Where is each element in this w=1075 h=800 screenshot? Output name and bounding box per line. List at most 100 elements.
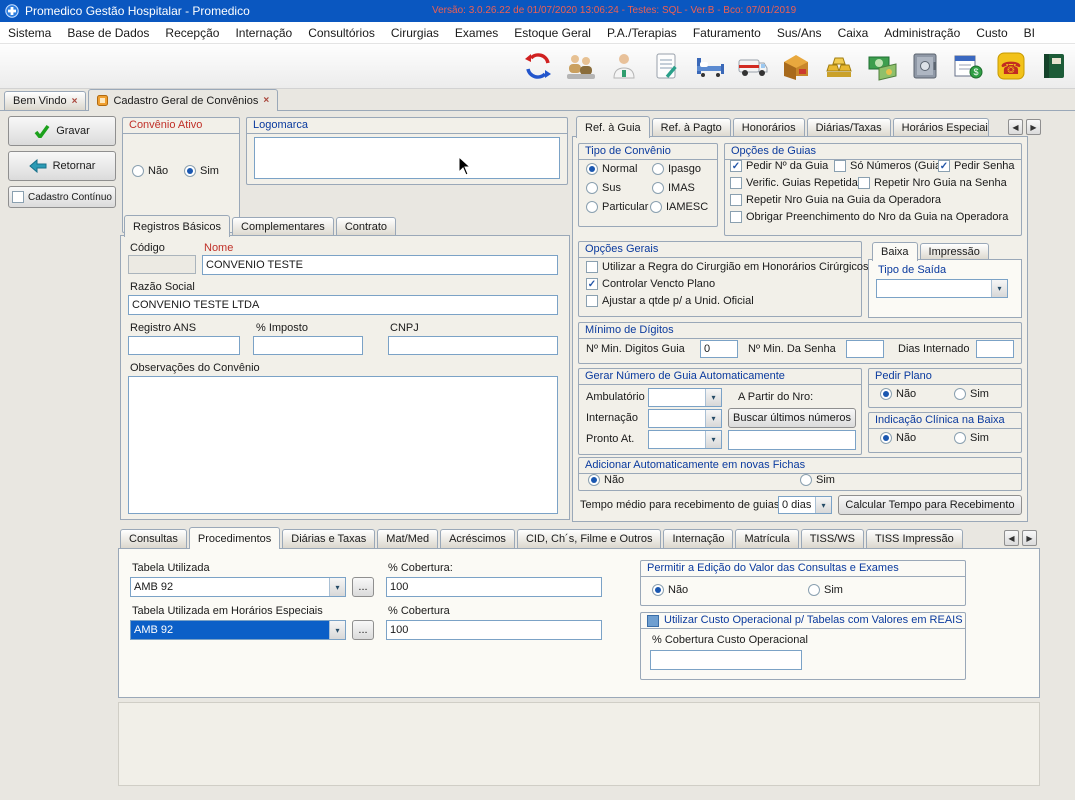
radio-permitir-sim[interactable]: Sim <box>808 584 843 596</box>
close-icon[interactable]: × <box>263 95 269 106</box>
menu-consultorios[interactable]: Consultórios <box>300 26 383 40</box>
checkbox-verific-guias-repetidas[interactable]: Verific. Guias Repetidas <box>730 177 863 189</box>
bottom-tab-scroll-right-button[interactable]: ▶ <box>1022 530 1037 546</box>
radio-pedir-plano-nao[interactable]: Não <box>880 388 916 400</box>
custo-cobertura-field[interactable] <box>650 650 802 670</box>
tab-diarias-taxas[interactable]: Diárias/Taxas <box>807 118 891 137</box>
tab-scroll-right-button[interactable]: ▶ <box>1026 119 1041 135</box>
menu-administracao[interactable]: Administração <box>876 26 968 40</box>
sync-contacts-icon[interactable] <box>519 46 557 86</box>
menu-internacao[interactable]: Internação <box>227 26 300 40</box>
tab-procedimentos[interactable]: Procedimentos <box>189 527 280 549</box>
radio-pedir-plano-sim[interactable]: Sim <box>954 388 989 400</box>
chevron-down-icon[interactable]: ▾ <box>705 389 721 406</box>
calcular-tempo-button[interactable]: Calcular Tempo para Recebimento <box>838 495 1022 515</box>
tabela-browse-button[interactable]: ... <box>352 577 374 597</box>
checkbox-repetir-nro-guia-operadora[interactable]: Repetir Nro Guia na Guia da Operadora <box>730 194 941 206</box>
tab-mat-med[interactable]: Mat/Med <box>377 529 438 548</box>
bottom-tab-scroll-left-button[interactable]: ◀ <box>1004 530 1019 546</box>
radio-convenio-sim[interactable]: Sim <box>184 165 219 177</box>
menu-custo[interactable]: Custo <box>968 26 1015 40</box>
tab-acrescimos[interactable]: Acréscimos <box>440 529 515 548</box>
radio-permitir-nao[interactable]: Não <box>652 584 688 596</box>
chevron-down-icon[interactable]: ▾ <box>991 280 1007 297</box>
menu-exames[interactable]: Exames <box>447 26 506 40</box>
menu-recepcao[interactable]: Recepção <box>157 26 227 40</box>
reception-group-icon[interactable] <box>562 46 600 86</box>
checkbox-pedir-numero-guia[interactable]: ✓Pedir Nº da Guia <box>730 160 828 172</box>
tab-ref-pagto[interactable]: Ref. à Pagto <box>652 118 731 137</box>
menu-sistema[interactable]: Sistema <box>0 26 59 40</box>
tab-honorarios[interactable]: Honorários <box>733 118 805 137</box>
gold-bars-icon[interactable] <box>820 46 858 86</box>
tab-bem-vindo[interactable]: Bem Vindo × <box>4 91 86 110</box>
chevron-down-icon[interactable]: ▾ <box>329 621 345 639</box>
checkbox-obrigar-preenchimento[interactable]: Obrigar Preenchimento do Nro da Guia na … <box>730 211 1008 223</box>
tab-tiss-ws[interactable]: TISS/WS <box>801 529 864 548</box>
cobertura2-field[interactable]: 100 <box>386 620 602 640</box>
money-map-icon[interactable] <box>863 46 901 86</box>
razao-social-field[interactable]: CONVENIO TESTE LTDA <box>128 295 558 315</box>
imposto-field[interactable] <box>253 336 363 355</box>
tab-diarias-e-taxas[interactable]: Diárias e Taxas <box>282 529 375 548</box>
doctor-icon[interactable] <box>605 46 643 86</box>
radio-ipasgo[interactable]: Ipasgo <box>652 163 701 175</box>
custo-operacional-checkbox[interactable] <box>647 615 659 627</box>
registro-ans-field[interactable] <box>128 336 240 355</box>
buscar-ultimos-numeros-button[interactable]: Buscar últimos números <box>728 408 856 428</box>
menu-faturamento[interactable]: Faturamento <box>685 26 769 40</box>
logomarca-image-area[interactable] <box>254 137 560 179</box>
tab-scroll-left-button[interactable]: ◀ <box>1008 119 1023 135</box>
tempo-medio-combo[interactable]: 0 dias▾ <box>778 496 832 514</box>
dias-internado-field[interactable] <box>976 340 1014 358</box>
radio-adicionar-nao[interactable]: Não <box>588 474 624 486</box>
stock-box-icon[interactable] <box>777 46 815 86</box>
radio-particular[interactable]: Particular <box>586 201 648 213</box>
min-senha-field[interactable] <box>846 340 884 358</box>
tab-cid-chs-filme[interactable]: CID, Ch´s, Filme e Outros <box>517 529 662 548</box>
chevron-down-icon[interactable]: ▾ <box>705 431 721 448</box>
tab-contrato[interactable]: Contrato <box>336 217 396 236</box>
pronto-at-combo[interactable]: ▾ <box>648 430 722 449</box>
checkbox-pedir-senha[interactable]: ✓Pedir Senha <box>938 160 1015 172</box>
min-digitos-guia-field[interactable]: 0 <box>700 340 738 358</box>
internacao-combo[interactable]: ▾ <box>648 409 722 428</box>
menu-estoque-geral[interactable]: Estoque Geral <box>506 26 599 40</box>
menu-sus-ans[interactable]: Sus/Ans <box>769 26 830 40</box>
observacoes-textarea[interactable] <box>128 376 558 514</box>
radio-sus[interactable]: Sus <box>586 182 621 194</box>
tab-horarios-especiais[interactable]: Horários Especiais <box>893 118 989 137</box>
phone-icon[interactable]: ☎ <box>992 46 1030 86</box>
radio-indicacao-nao[interactable]: Não <box>880 432 916 444</box>
chevron-down-icon[interactable]: ▾ <box>329 578 345 596</box>
a-partir-nro-field[interactable] <box>728 430 856 450</box>
tabela-horarios-combo[interactable]: AMB 92▾ <box>130 620 346 640</box>
menu-cirurgias[interactable]: Cirurgias <box>383 26 447 40</box>
checkbox-repetir-nro-senha[interactable]: Repetir Nro Guia na Senha <box>858 177 1007 189</box>
tabela-horarios-browse-button[interactable]: ... <box>352 620 374 640</box>
chevron-down-icon[interactable]: ▾ <box>705 410 721 427</box>
tab-tiss-impressao[interactable]: TISS Impressão <box>866 529 963 548</box>
checkbox-controlar-vencto[interactable]: ✓Controlar Vencto Plano <box>586 278 715 290</box>
menu-caixa[interactable]: Caixa <box>830 26 877 40</box>
checkbox-so-numeros[interactable]: Só Números (Guia) <box>834 160 945 172</box>
ledger-book-icon[interactable] <box>1035 46 1073 86</box>
gravar-button[interactable]: Gravar <box>8 116 116 146</box>
menu-pa-terapias[interactable]: P.A./Terapias <box>599 26 685 40</box>
cobertura1-field[interactable]: 100 <box>386 577 602 597</box>
safe-icon[interactable] <box>906 46 944 86</box>
menu-base-de-dados[interactable]: Base de Dados <box>59 26 157 40</box>
radio-convenio-nao[interactable]: Não <box>132 165 168 177</box>
checkbox-ajustar-qtde[interactable]: Ajustar a qtde p/ a Unid. Oficial <box>586 295 754 307</box>
cadastro-continuo-toggle[interactable]: Cadastro Contínuo <box>8 186 116 208</box>
menu-bi[interactable]: BI <box>1016 26 1043 40</box>
calendar-money-icon[interactable]: $ <box>949 46 987 86</box>
tab-impressao[interactable]: Impressão <box>920 243 989 260</box>
ambulatorio-combo[interactable]: ▾ <box>648 388 722 407</box>
tabela-utilizada-combo[interactable]: AMB 92▾ <box>130 577 346 597</box>
tab-registros-basicos[interactable]: Registros Básicos <box>124 215 230 237</box>
close-icon[interactable]: × <box>72 96 78 107</box>
tab-matricula[interactable]: Matrícula <box>735 529 798 548</box>
tab-complementares[interactable]: Complementares <box>232 217 334 236</box>
retornar-button[interactable]: Retornar <box>8 151 116 181</box>
